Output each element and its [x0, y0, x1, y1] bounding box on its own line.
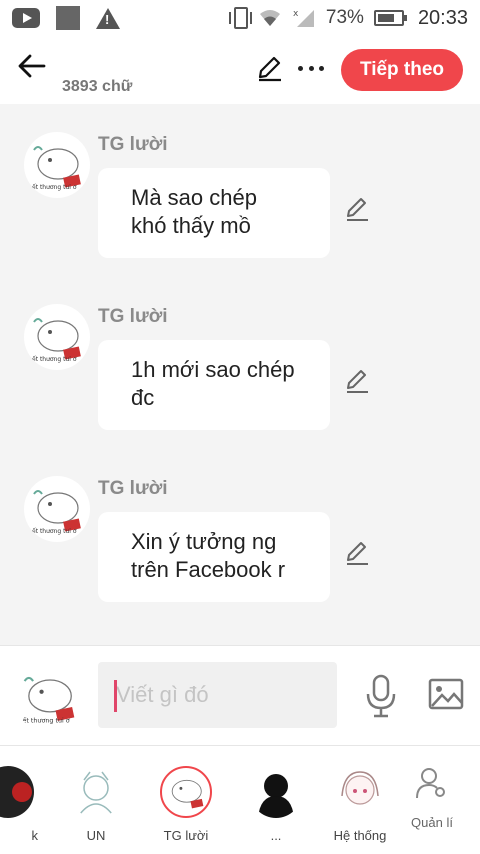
manage-button[interactable]: Quản lí — [404, 766, 460, 830]
word-count: 3893 chữ — [62, 78, 133, 95]
character-item[interactable]: UN — [66, 766, 126, 843]
svg-text:ết thương tui ơ: ết thương tui ơ — [32, 528, 77, 535]
edit-message-icon[interactable] — [344, 368, 370, 394]
character-avatar — [70, 766, 122, 818]
svg-text:ết thương tui ơ: ết thương tui ơ — [32, 184, 77, 191]
sender-avatar[interactable]: ết thương tui ơ — [24, 132, 90, 198]
message-line: trên Facebook r — [131, 557, 286, 582]
message-line: Xin ý tưởng ng — [131, 529, 277, 554]
composer-bar: ết thương tui ơ — [0, 645, 480, 745]
character-label: k — [31, 828, 39, 843]
message-input[interactable] — [98, 662, 337, 728]
text-caret — [114, 680, 117, 712]
status-bar: x 73% 20:33 — [0, 0, 480, 36]
user-settings-icon — [416, 768, 445, 799]
character-bar: k UN TG lười ... Hệ thống Quản lí — [0, 745, 480, 854]
svg-text:x: x — [293, 9, 299, 19]
battery-icon — [373, 10, 407, 26]
sender-name: TG lười — [98, 306, 168, 327]
edit-message-icon[interactable] — [344, 540, 370, 566]
message-item: ết thương tui ơ TG lười Mà sao chép khó … — [0, 132, 480, 282]
message-bubble[interactable]: 1h mới sao chép đc — [98, 340, 330, 430]
image-icon[interactable] — [428, 678, 464, 710]
youtube-icon — [12, 8, 40, 28]
message-item: ết thương tui ơ TG lười Xin ý tưởng ng t… — [0, 476, 480, 626]
message-item: ết thương tui ơ TG lười 1h mới sao chép … — [0, 304, 480, 454]
message-line: khó thấy mồ — [131, 213, 251, 238]
message-line: đc — [131, 385, 155, 410]
sender-avatar[interactable]: ết thương tui ơ — [24, 304, 90, 370]
chat-area: ết thương tui ơ TG lười Mà sao chép khó … — [0, 104, 480, 645]
battery-percent: 73% — [325, 7, 364, 28]
message-bubble[interactable]: Mà sao chép khó thấy mồ — [98, 168, 330, 258]
edit-message-icon[interactable] — [344, 196, 370, 222]
vibrate-icon — [228, 7, 252, 29]
clock: 20:33 — [417, 6, 468, 29]
character-avatar — [160, 766, 212, 818]
back-arrow-icon[interactable] — [16, 50, 48, 82]
microphone-icon[interactable] — [364, 674, 398, 718]
message-line: Mà sao chép — [131, 185, 257, 210]
character-label: ... — [270, 828, 282, 843]
pencil-icon[interactable] — [255, 54, 283, 82]
character-item[interactable]: k — [0, 766, 38, 843]
character-item[interactable]: Hệ thống — [330, 766, 390, 843]
message-line: 1h mới sao chép — [131, 357, 295, 382]
sender-name: TG lười — [98, 134, 168, 155]
manage-label: Quản lí — [411, 815, 453, 830]
svg-text:ết thương tui ơ: ết thương tui ơ — [32, 356, 77, 363]
next-button[interactable]: Tiếp theo — [341, 49, 463, 91]
more-options-icon[interactable] — [298, 56, 324, 80]
warning-icon — [96, 7, 120, 29]
character-avatar — [250, 766, 302, 818]
message-bubble[interactable]: Xin ý tưởng ng trên Facebook r — [98, 512, 330, 602]
wifi-icon — [258, 8, 282, 28]
character-item-selected[interactable]: TG lười — [156, 766, 216, 843]
app-square-icon — [56, 6, 80, 30]
character-label: TG lười — [163, 828, 209, 843]
top-bar: 3893 chữ Tiếp theo — [0, 36, 480, 104]
character-label: UN — [86, 828, 106, 843]
character-avatar — [0, 766, 34, 818]
current-character-avatar[interactable]: ết thương tui ơ — [14, 662, 84, 732]
sender-name: TG lười — [98, 478, 168, 499]
svg-text:ết thương tui ơ: ết thương tui ơ — [22, 716, 69, 724]
character-label: Hệ thống — [333, 828, 387, 843]
character-item[interactable]: ... — [246, 766, 306, 843]
sender-avatar[interactable]: ết thương tui ơ — [24, 476, 90, 542]
signal-icon: x — [292, 8, 316, 28]
character-avatar — [334, 766, 386, 818]
